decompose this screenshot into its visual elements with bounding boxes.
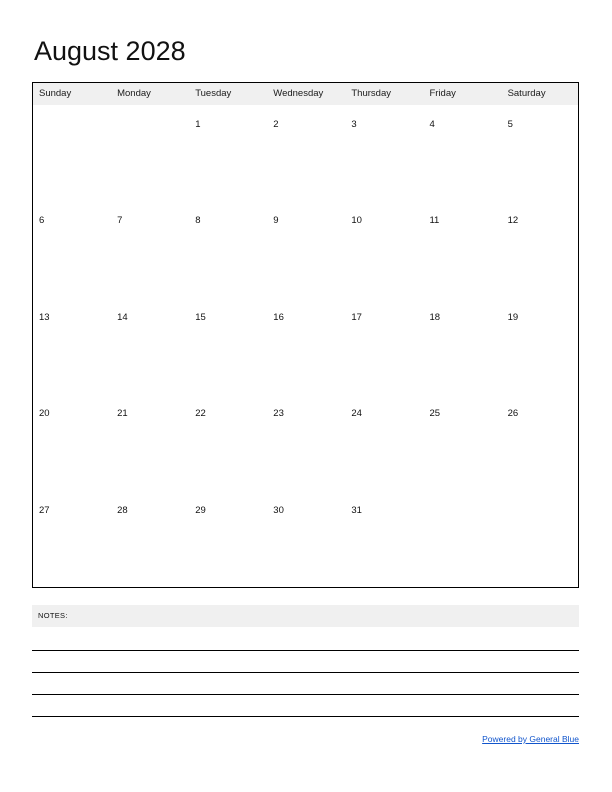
day-number: 14 bbox=[117, 311, 128, 323]
day-cell[interactable]: 18 bbox=[423, 298, 501, 394]
day-cell[interactable] bbox=[423, 491, 501, 587]
day-cell[interactable]: 9 bbox=[267, 201, 345, 297]
day-cell[interactable]: 19 bbox=[502, 298, 580, 394]
day-number: 22 bbox=[195, 408, 206, 420]
day-number: 3 bbox=[351, 119, 357, 130]
calendar-weeks: 1 2 3 4 5 6 7 8 9 10 11 12 13 14 15 16 1… bbox=[33, 105, 578, 587]
weekday-header-tuesday: Tuesday bbox=[195, 88, 232, 99]
day-number: 2 bbox=[273, 119, 279, 130]
day-cell[interactable]: 10 bbox=[345, 201, 423, 297]
day-number: 20 bbox=[39, 408, 50, 420]
day-number: 9 bbox=[273, 215, 279, 227]
day-number: 16 bbox=[273, 311, 284, 323]
day-number: 29 bbox=[195, 504, 206, 516]
weekday-header-sunday: Sunday bbox=[39, 88, 72, 99]
day-number: 18 bbox=[429, 311, 441, 323]
weekday-header-monday: Monday bbox=[117, 88, 151, 99]
day-cell[interactable]: 31 bbox=[345, 491, 423, 587]
day-cell[interactable] bbox=[502, 491, 580, 587]
day-number: 30 bbox=[273, 504, 284, 516]
day-number: 4 bbox=[429, 119, 435, 130]
day-cell[interactable]: 7 bbox=[111, 201, 189, 297]
day-number: 8 bbox=[195, 215, 201, 227]
day-number: 13 bbox=[39, 311, 50, 323]
calendar-week-row: 20 21 22 23 24 25 26 bbox=[33, 394, 578, 490]
day-number: 25 bbox=[429, 408, 441, 420]
day-number: 12 bbox=[507, 215, 519, 227]
day-cell[interactable]: 12 bbox=[502, 201, 580, 297]
day-cell[interactable]: 21 bbox=[111, 394, 189, 490]
day-number: 17 bbox=[351, 311, 362, 323]
day-cell[interactable]: 20 bbox=[33, 394, 111, 490]
weekday-header-saturday: Saturday bbox=[507, 88, 546, 99]
calendar-grid: Sunday Monday Tuesday Wednesday Thursday… bbox=[32, 82, 579, 588]
day-cell[interactable]: 30 bbox=[267, 491, 345, 587]
day-number: 31 bbox=[351, 504, 362, 516]
day-cell[interactable]: 24 bbox=[345, 394, 423, 490]
notes-line[interactable] bbox=[32, 629, 579, 651]
day-cell[interactable]: 26 bbox=[502, 394, 580, 490]
day-cell[interactable]: 2 bbox=[267, 105, 345, 201]
notes-lines bbox=[32, 629, 579, 717]
day-number: 1 bbox=[195, 119, 201, 130]
notes-line[interactable] bbox=[32, 695, 579, 717]
day-cell[interactable]: 6 bbox=[33, 201, 111, 297]
page-title: August 2028 bbox=[34, 36, 186, 66]
day-number: 15 bbox=[195, 311, 206, 323]
notes-label: NOTES: bbox=[38, 611, 68, 620]
calendar-week-row: 27 28 29 30 31 bbox=[33, 491, 578, 587]
day-cell[interactable]: 29 bbox=[189, 491, 267, 587]
footer: Powered by General Blue bbox=[32, 729, 579, 747]
day-cell[interactable]: 11 bbox=[423, 201, 501, 297]
day-number: 23 bbox=[273, 408, 284, 420]
day-cell[interactable]: 8 bbox=[189, 201, 267, 297]
day-number: 21 bbox=[117, 408, 128, 420]
day-cell[interactable]: 27 bbox=[33, 491, 111, 587]
day-cell[interactable]: 22 bbox=[189, 394, 267, 490]
day-number: 7 bbox=[117, 215, 123, 227]
day-number: 24 bbox=[351, 408, 362, 420]
day-cell[interactable]: 25 bbox=[423, 394, 501, 490]
calendar-week-row: 13 14 15 16 17 18 19 bbox=[33, 298, 578, 394]
day-number: 6 bbox=[39, 215, 45, 227]
notes-header-band: NOTES: bbox=[32, 605, 579, 627]
day-cell[interactable]: 13 bbox=[33, 298, 111, 394]
day-cell[interactable]: 5 bbox=[502, 105, 580, 201]
day-cell[interactable]: 4 bbox=[423, 105, 501, 201]
day-number: 5 bbox=[507, 119, 513, 130]
day-number: 27 bbox=[39, 504, 50, 516]
day-cell[interactable]: 16 bbox=[267, 298, 345, 394]
calendar-week-row: 6 7 8 9 10 11 12 bbox=[33, 201, 578, 297]
weekday-header-thursday: Thursday bbox=[351, 88, 391, 99]
day-number: 26 bbox=[507, 408, 519, 420]
day-cell[interactable]: 17 bbox=[345, 298, 423, 394]
day-cell[interactable]: 14 bbox=[111, 298, 189, 394]
day-cell[interactable]: 23 bbox=[267, 394, 345, 490]
day-cell[interactable]: 3 bbox=[345, 105, 423, 201]
calendar-page: August 2028 Sunday Monday Tuesday Wednes… bbox=[0, 0, 612, 792]
notes-line[interactable] bbox=[32, 673, 579, 695]
day-cell[interactable] bbox=[111, 105, 189, 201]
day-cell[interactable]: 28 bbox=[111, 491, 189, 587]
notes-line[interactable] bbox=[32, 651, 579, 673]
weekday-header-wednesday: Wednesday bbox=[273, 88, 324, 99]
day-number: 11 bbox=[429, 215, 440, 227]
weekday-header-row: Sunday Monday Tuesday Wednesday Thursday… bbox=[33, 83, 578, 105]
day-number: 10 bbox=[351, 215, 362, 227]
day-cell[interactable]: 15 bbox=[189, 298, 267, 394]
day-number: 19 bbox=[507, 311, 519, 323]
day-number: 28 bbox=[117, 504, 128, 516]
weekday-header-friday: Friday bbox=[429, 88, 456, 99]
calendar-week-row: 1 2 3 4 5 bbox=[33, 105, 578, 201]
day-cell[interactable]: 1 bbox=[189, 105, 267, 201]
powered-by-link[interactable]: Powered by General Blue bbox=[482, 734, 579, 744]
day-cell[interactable] bbox=[33, 105, 111, 201]
